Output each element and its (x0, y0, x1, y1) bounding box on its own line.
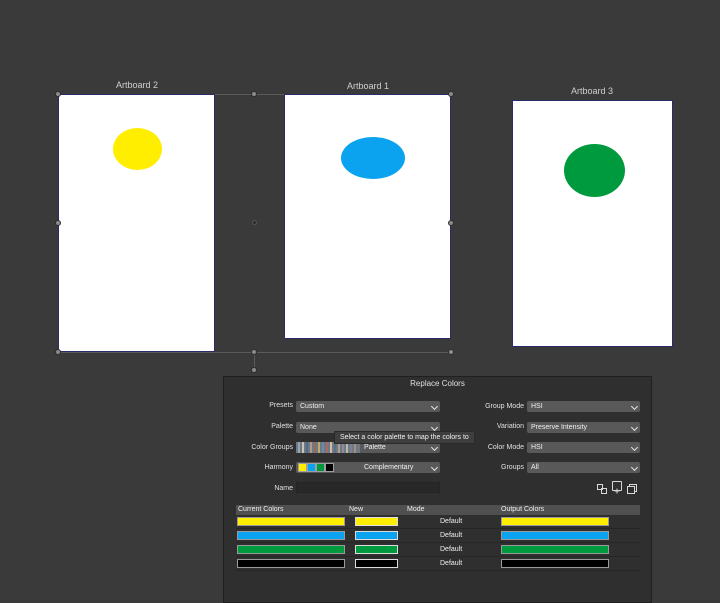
group-mode-label: Group Mode (485, 403, 524, 410)
name-label: Name (274, 485, 293, 492)
output-color-swatch (501, 517, 609, 526)
header-mode: Mode (407, 506, 425, 513)
chevron-down-icon (430, 463, 439, 472)
handle-top-middle[interactable] (251, 91, 257, 97)
variation-label: Variation (496, 423, 524, 430)
header-current-colors: Current Colors (238, 506, 284, 513)
groups-label: Groups (501, 464, 524, 471)
group-mode-dropdown[interactable]: HSI (527, 401, 640, 412)
current-color-swatch[interactable] (237, 545, 345, 554)
artboard-2-title: Artboard 2 (115, 80, 159, 90)
new-color-swatch[interactable] (355, 517, 398, 526)
harmony-swatch (325, 463, 334, 472)
presets-label: Presets (269, 402, 293, 409)
artboard-2[interactable] (58, 94, 215, 352)
current-color-swatch[interactable] (237, 559, 345, 568)
current-color-swatch[interactable] (237, 517, 345, 526)
harmony-value: Complementary (364, 464, 414, 471)
current-color-swatch[interactable] (237, 531, 345, 540)
header-new: New (349, 506, 364, 513)
handle-bottom-right[interactable] (448, 349, 454, 355)
presets-dropdown[interactable]: Custom (296, 401, 440, 412)
handle-bottom-middle[interactable] (251, 349, 257, 355)
table-row[interactable]: Default (236, 557, 640, 571)
table-row[interactable]: Default (236, 515, 640, 529)
chevron-down-icon (430, 443, 439, 452)
color-mode-label: Color Mode (487, 444, 524, 451)
harmony-swatch (298, 463, 307, 472)
mode-value: Default (440, 560, 463, 567)
new-color-swatch[interactable] (355, 545, 398, 554)
handle-center[interactable] (252, 220, 257, 225)
link-colors-icon[interactable] (597, 481, 607, 494)
link-colors-glyph (597, 484, 607, 494)
palette-tooltip: Select a color palette to map the colors… (334, 431, 475, 444)
merge-groups-glyph (627, 484, 637, 494)
variation-dropdown[interactable]: Preserve Intensity (527, 422, 640, 433)
artboard-3[interactable] (512, 100, 673, 347)
chevron-down-icon (630, 463, 639, 472)
variation-value: Preserve Intensity (531, 424, 588, 431)
table-row[interactable]: Default (236, 543, 640, 557)
header-output-colors: Output Colors (501, 506, 545, 513)
merge-groups-icon[interactable] (627, 481, 637, 494)
output-color-swatch (501, 559, 609, 568)
group-mode-value: HSI (531, 403, 543, 410)
table-row[interactable]: Default (236, 529, 640, 543)
chevron-down-icon (630, 443, 639, 452)
harmony-swatch (307, 463, 316, 472)
artboard-1[interactable] (284, 94, 451, 339)
new-color-swatch[interactable] (355, 559, 398, 568)
output-color-swatch (501, 531, 609, 540)
chevron-down-icon (430, 423, 439, 432)
harmony-swatches (298, 463, 336, 472)
color-mode-value: HSI (531, 444, 543, 451)
handle-top-left[interactable] (55, 91, 61, 97)
groups-value: All (531, 464, 539, 471)
presets-value: Custom (300, 403, 325, 410)
handle-top-right[interactable] (448, 91, 454, 97)
palette-value: None (300, 424, 317, 431)
color-mode-dropdown[interactable]: HSI (527, 442, 640, 453)
handle-middle-left[interactable] (55, 220, 61, 226)
handle-middle-right[interactable] (448, 220, 454, 226)
ellipse-green[interactable] (564, 144, 625, 197)
groups-dropdown[interactable]: All (527, 462, 640, 473)
new-color-swatch[interactable] (355, 531, 398, 540)
ellipse-yellow[interactable] (113, 128, 162, 170)
chevron-down-icon (430, 402, 439, 411)
ellipse-blue[interactable] (341, 137, 405, 179)
artboard-3-title: Artboard 3 (570, 86, 614, 96)
name-input[interactable] (296, 482, 440, 493)
mode-value: Default (440, 546, 463, 553)
chevron-down-icon (630, 423, 639, 432)
output-color-swatch (501, 545, 609, 554)
artboard-1-title: Artboard 1 (346, 81, 390, 91)
new-group-icon[interactable] (612, 481, 622, 494)
colors-table-header: Current Colors New Mode Output Colors (236, 505, 640, 515)
color-groups-label: Color Groups (251, 444, 293, 451)
harmony-swatch (316, 463, 325, 472)
mode-value: Default (440, 532, 463, 539)
harmony-dropdown[interactable]: Complementary (296, 462, 440, 473)
harmony-label: Harmony (264, 464, 293, 471)
mode-value: Default (440, 518, 463, 525)
rotation-handle[interactable] (251, 367, 257, 373)
chevron-down-icon (630, 402, 639, 411)
palette-label: Palette (271, 423, 293, 430)
new-group-glyph (614, 488, 620, 494)
dialog-title: Replace Colors (410, 379, 465, 388)
handle-bottom-left[interactable] (55, 349, 61, 355)
